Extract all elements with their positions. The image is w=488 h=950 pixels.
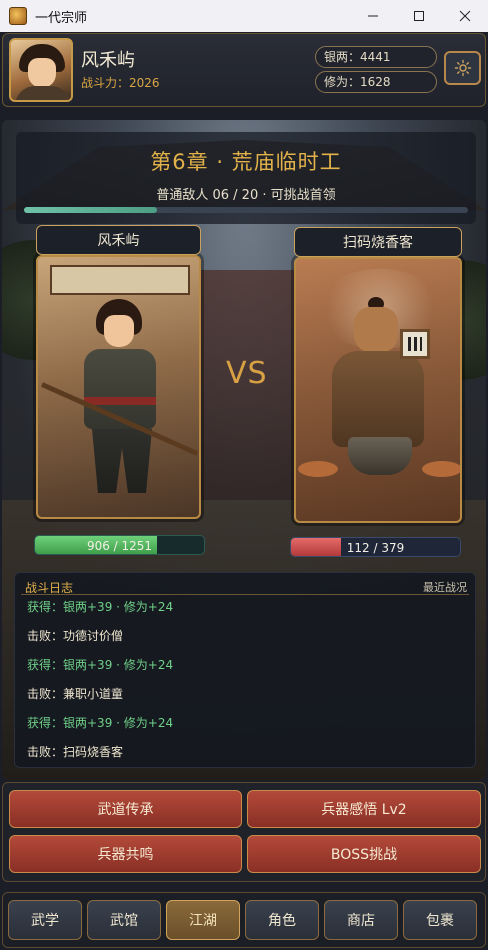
player-name: 风禾屿 <box>81 50 135 71</box>
avatar[interactable] <box>9 38 73 102</box>
game-app-icon <box>9 7 27 25</box>
hero-hp-text: 906 / 1251 <box>86 539 153 553</box>
weapon-resonance-button[interactable]: 兵器共鸣 <box>9 835 242 873</box>
log-line: 获得：银两+39 · 修为+24 <box>27 600 174 614</box>
vs-label: VS <box>226 356 268 391</box>
martial-inheritance-button[interactable]: 武道传承 <box>9 790 242 828</box>
silver-counter: 银两：4441 <box>315 46 437 68</box>
nav-tab-martial-arts[interactable]: 武学 <box>8 900 82 940</box>
settings-button[interactable] <box>444 51 481 85</box>
minimize-icon[interactable] <box>350 0 396 32</box>
chapter-title: 第6章 · 荒庙临时工 <box>150 150 342 174</box>
log-line: 获得：银两+39 · 修为+24 <box>27 658 174 672</box>
log-line: 击败：兼职小道童 <box>27 687 124 701</box>
hero-hp-bar: 906 / 1251 <box>34 535 205 555</box>
hero-portrait <box>36 255 201 519</box>
log-line: 击败：扫码烧香客 <box>27 745 124 759</box>
enemy-name-plate: 扫码烧香客 <box>294 227 462 257</box>
enemy-portrait <box>294 257 462 523</box>
action-panel: 武道传承 兵器感悟 Lv2 兵器共鸣 BOSS挑战 <box>2 782 486 882</box>
chapter-progress-text: 普通敌人 06 / 20 · 可挑战首领 <box>156 188 336 203</box>
weapon-insight-button[interactable]: 兵器感悟 Lv2 <box>247 790 481 828</box>
log-line: 击败：功德讨价僧 <box>27 629 124 643</box>
close-icon[interactable] <box>442 0 488 32</box>
combat-power: 战斗力：2026 <box>81 76 160 90</box>
enemy-hp-bar: 112 / 379 <box>290 537 461 557</box>
nav-tab-dojo[interactable]: 武馆 <box>87 900 161 940</box>
maximize-icon[interactable] <box>396 0 442 32</box>
window-controls <box>350 0 488 32</box>
window-titlebar: 一代宗师 <box>0 0 488 32</box>
recent-battles-label: 最近战况 <box>423 581 467 594</box>
player-header: 风禾屿 战斗力：2026 银两：4441 修为：1628 <box>2 33 486 107</box>
window-title: 一代宗师 <box>35 10 88 26</box>
nav-tab-shop[interactable]: 商店 <box>324 900 398 940</box>
enemy-hp-text: 112 / 379 <box>346 541 405 555</box>
cultivation-counter: 修为：1628 <box>315 71 437 93</box>
boss-challenge-button[interactable]: BOSS挑战 <box>247 835 481 873</box>
chapter-progress-fill <box>24 207 158 213</box>
bottom-nav: 武学 武馆 江湖 角色 商店 包裹 <box>2 892 486 948</box>
battle-log[interactable]: 战斗日志 最近战况 获得：银两+39 · 修为+24 击败：功德讨价僧 获得：银两+… <box>14 572 476 768</box>
battle-scene: 第6章 · 荒庙临时工 普通敌人 06 / 20 · 可挑战首领 风禾屿 VS … <box>2 120 486 780</box>
gear-icon <box>454 59 471 77</box>
nav-tab-jianghu[interactable]: 江湖 <box>166 900 240 940</box>
chapter-progress-bar <box>24 207 468 213</box>
nav-tab-bag[interactable]: 包裹 <box>403 900 477 940</box>
nav-tab-character[interactable]: 角色 <box>245 900 319 940</box>
hero-name-plate: 风禾屿 <box>36 225 201 255</box>
log-line: 获得：银两+39 · 修为+24 <box>27 716 174 730</box>
